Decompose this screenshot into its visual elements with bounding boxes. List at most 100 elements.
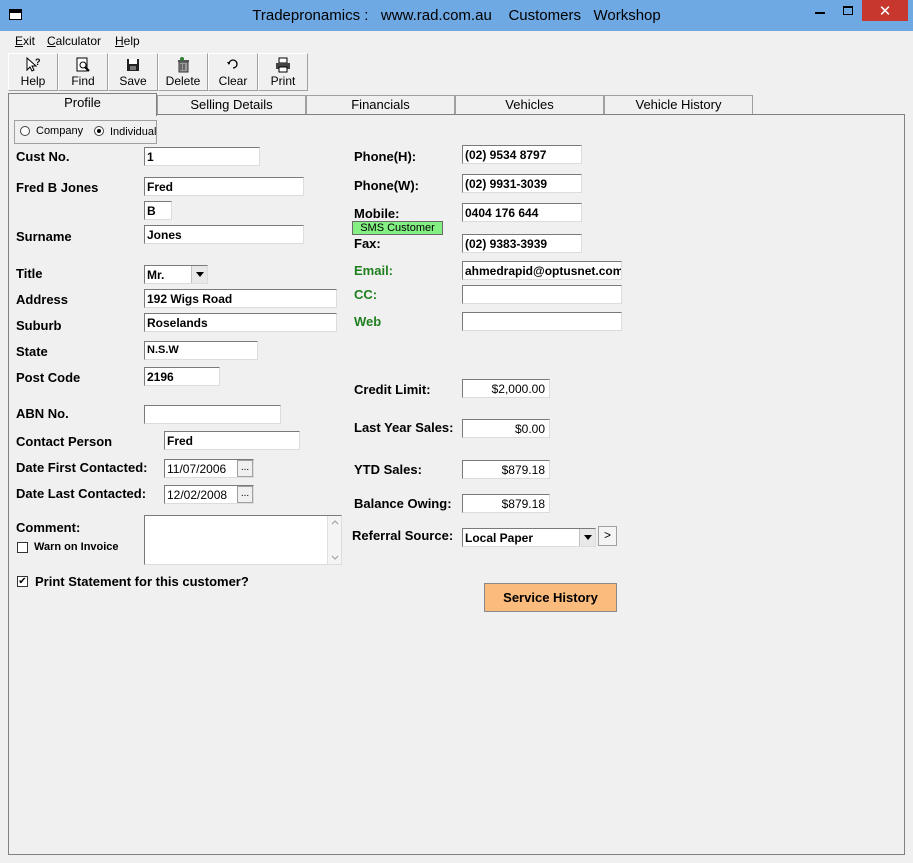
balance-owing-label: Balance Owing:: [354, 496, 452, 511]
title-dropdown-button[interactable]: [191, 266, 207, 283]
individual-radio[interactable]: [94, 126, 104, 136]
surname-label: Surname: [16, 229, 72, 244]
tab-strip: Profile Selling Details Financials Vehic…: [8, 93, 905, 116]
menu-exit[interactable]: Exit: [15, 34, 35, 48]
cust-no-label: Cust No.: [16, 149, 70, 164]
individual-radio-label: Individual: [110, 126, 157, 138]
tab-vehicles-label: Vehicles: [505, 97, 554, 112]
last-year-sales-field[interactable]: $0.00: [462, 419, 550, 438]
fax-field[interactable]: (02) 9383-3939: [462, 234, 582, 253]
balance-owing-field[interactable]: $879.18: [462, 494, 550, 513]
first-name-field[interactable]: Fred: [144, 177, 304, 196]
close-button[interactable]: ✕: [862, 0, 908, 21]
close-icon: ✕: [878, 2, 892, 20]
surname-field[interactable]: Jones: [144, 225, 304, 244]
find-button[interactable]: Find: [58, 53, 108, 91]
cc-label: CC:: [354, 287, 378, 302]
cc-field[interactable]: [462, 285, 622, 304]
middle-initial-field[interactable]: B: [144, 201, 172, 220]
maximize-icon: [843, 6, 853, 15]
save-button[interactable]: Save: [108, 53, 158, 91]
menu-help[interactable]: Help: [115, 34, 140, 48]
referral-source-select[interactable]: Local Paper: [462, 528, 596, 547]
phone-work-label: Phone(W):: [354, 178, 419, 193]
mobile-field[interactable]: 0404 176 644: [462, 203, 582, 222]
undo-arrow-icon: [209, 56, 257, 74]
find-magnifier-icon: [59, 56, 107, 74]
credit-limit-field[interactable]: $2,000.00: [462, 379, 550, 398]
date-last-picker-button[interactable]: ...: [237, 486, 253, 503]
comment-label: Comment:: [16, 520, 81, 535]
menu-calculator-label: Calculator: [47, 34, 102, 48]
chevron-down-icon: [195, 272, 204, 277]
menu-help-label: Help: [115, 34, 140, 48]
tab-selling-details-label: Selling Details: [190, 97, 273, 112]
delete-button[interactable]: Delete: [158, 53, 208, 91]
save-disk-icon: [109, 56, 157, 74]
web-field[interactable]: [462, 312, 622, 331]
cust-no-field[interactable]: 1: [144, 147, 260, 166]
service-history-button[interactable]: Service History: [484, 583, 617, 612]
window-title: Tradepronamics : www.rad.com.au Customer…: [252, 7, 661, 24]
post-code-field[interactable]: 2196: [144, 367, 220, 386]
state-field[interactable]: N.S.W: [144, 341, 258, 360]
email-field[interactable]: ahmedrapid@optusnet.com: [462, 261, 622, 280]
company-radio[interactable]: [20, 126, 30, 136]
print-statement-checkbox[interactable]: ✔: [17, 576, 28, 587]
print-button-label: Print: [270, 74, 296, 88]
fax-label: Fax:: [354, 236, 381, 251]
referral-dropdown-button[interactable]: [579, 529, 595, 546]
referral-source-label: Referral Source:: [352, 528, 454, 543]
post-code-label: Post Code: [16, 370, 81, 385]
abn-label: ABN No.: [16, 406, 69, 421]
phone-work-field[interactable]: (02) 9931-3039: [462, 174, 582, 193]
warn-on-invoice-checkbox[interactable]: [17, 542, 28, 553]
state-label: State: [16, 344, 48, 359]
date-first-contacted-label: Date First Contacted:: [16, 460, 148, 475]
minimize-button[interactable]: [806, 0, 834, 21]
sms-customer-button[interactable]: SMS Customer: [352, 221, 443, 235]
ytd-sales-label: YTD Sales:: [354, 462, 422, 477]
phone-home-field[interactable]: (02) 9534 8797: [462, 145, 582, 164]
tab-selling-details[interactable]: Selling Details: [157, 95, 306, 115]
web-label: Web: [354, 314, 382, 329]
tab-vehicle-history[interactable]: Vehicle History: [604, 95, 753, 115]
tab-profile[interactable]: Profile: [8, 93, 157, 116]
clear-button[interactable]: Clear: [208, 53, 258, 91]
maximize-button[interactable]: [834, 0, 862, 21]
ytd-sales-field[interactable]: $879.18: [462, 460, 550, 479]
comment-scrollbar[interactable]: [327, 516, 341, 564]
email-label: Email:: [354, 263, 394, 278]
suburb-label: Suburb: [16, 318, 62, 333]
tab-vehicles[interactable]: Vehicles: [455, 95, 604, 115]
referral-next-button[interactable]: >: [598, 526, 617, 546]
menu-bar: Exit Calculator Help: [8, 31, 905, 50]
help-button[interactable]: ? Help: [8, 53, 58, 91]
company-radio-label: Company: [36, 125, 84, 137]
date-first-contacted-value: 11/07/2006: [167, 462, 227, 476]
toolbar: ? Help Find Save Delete Clear Print: [8, 51, 905, 91]
delete-bin-icon: [159, 56, 207, 74]
tab-financials-label: Financials: [351, 97, 410, 112]
suburb-field[interactable]: Roselands: [144, 313, 337, 332]
save-button-label: Save: [119, 74, 147, 88]
checkmark-icon: ✔: [18, 576, 27, 587]
warn-on-invoice-label: Warn on Invoice: [34, 541, 119, 553]
abn-field[interactable]: [144, 405, 281, 424]
address-field[interactable]: 192 Wigs Road: [144, 289, 337, 308]
contact-person-field[interactable]: Fred: [164, 431, 300, 450]
clear-button-label: Clear: [218, 74, 248, 88]
date-last-contacted-label: Date Last Contacted:: [16, 486, 147, 501]
print-statement-label: Print Statement for this customer?: [35, 574, 249, 589]
tab-financials[interactable]: Financials: [306, 95, 455, 115]
full-name-label: Fred B Jones: [16, 180, 99, 195]
date-first-picker-button[interactable]: ...: [237, 460, 253, 477]
mobile-label: Mobile:: [354, 206, 400, 221]
comment-textarea[interactable]: [144, 515, 342, 565]
scroll-arrows-icon: [331, 520, 338, 560]
minimize-icon: [815, 11, 825, 14]
title-select[interactable]: Mr.: [144, 265, 208, 284]
print-button[interactable]: Print: [258, 53, 308, 91]
menu-calculator[interactable]: Calculator: [47, 34, 101, 48]
credit-limit-label: Credit Limit:: [354, 382, 431, 397]
